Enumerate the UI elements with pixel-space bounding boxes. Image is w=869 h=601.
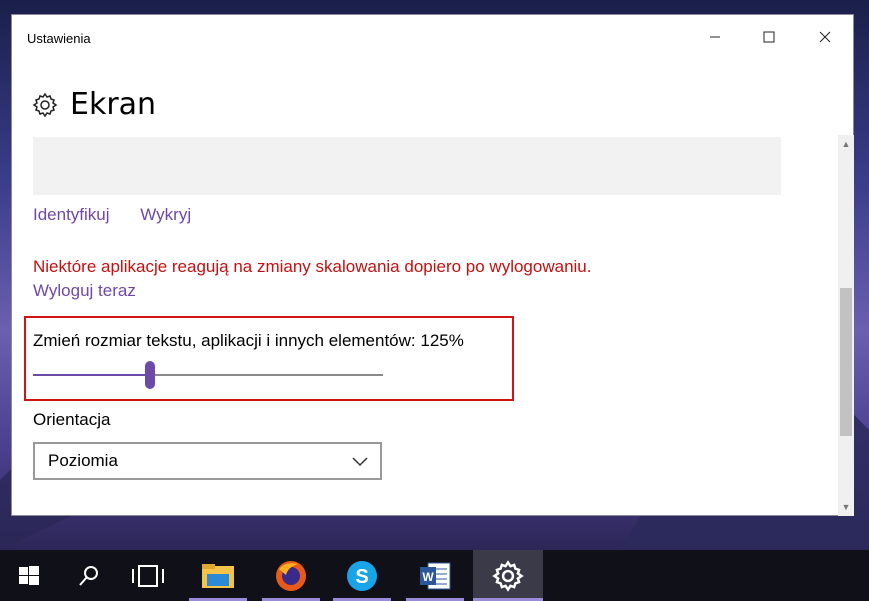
file-explorer-taskbar-button[interactable] [189,550,247,601]
detect-link[interactable]: Wykryj [140,205,191,224]
scroll-down-arrow-icon[interactable]: ▼ [838,500,854,514]
page-title: Ekran [70,87,157,122]
logout-now-link[interactable]: Wyloguj teraz [33,281,136,301]
orientation-dropdown[interactable]: Poziomia [33,442,382,480]
start-icon [19,565,39,585]
start-button[interactable] [0,550,58,601]
svg-text:S: S [355,566,368,588]
scale-slider-fill [33,374,150,376]
maximize-icon [763,31,775,43]
window-title: Ustawienia [27,31,91,46]
task-view-button[interactable] [119,550,177,601]
maximize-button[interactable] [746,15,792,59]
settings-taskbar-button[interactable] [473,550,543,601]
minimize-button[interactable] [692,15,738,59]
identify-link[interactable]: Identyfikuj [33,205,110,224]
settings-window: Ustawienia Ekran Identyfikuj Wykryj Niek… [11,14,854,516]
scale-slider[interactable] [33,361,383,389]
display-links: Identyfikuj Wykryj [33,205,217,225]
search-icon [79,565,98,586]
orientation-value: Poziomia [48,451,118,470]
firefox-icon [276,560,306,591]
settings-icon [492,559,524,592]
scrollbar-thumb[interactable] [840,288,852,436]
orientation-label: Orientacja [33,410,111,429]
scale-label: Zmień rozmiar tekstu, aplikacji i innych… [33,331,464,350]
svg-text:W: W [422,570,434,584]
taskbar: S W [0,550,869,601]
search-button[interactable] [60,550,118,601]
firefox-taskbar-button[interactable] [262,550,320,601]
page-header: Ekran [32,87,156,122]
vertical-scrollbar[interactable]: ▲ ▼ [838,135,854,516]
scroll-up-arrow-icon[interactable]: ▲ [838,137,854,151]
scale-slider-thumb[interactable] [144,361,155,389]
skype-icon: S [347,560,377,591]
word-taskbar-button[interactable]: W [406,550,464,601]
chevron-down-icon [352,457,368,467]
close-icon [819,31,831,43]
scale-highlight-box [24,316,514,401]
title-bar[interactable]: Ustawienia [12,15,853,59]
display-arrangement-area[interactable] [33,137,781,195]
scaling-warning: Niektóre aplikacje reagują na zmiany ska… [33,257,592,276]
file-explorer-icon [202,563,234,588]
minimize-icon [710,36,720,38]
task-view-icon [132,564,164,587]
gear-icon [32,92,58,117]
skype-taskbar-button[interactable]: S [333,550,391,601]
word-icon: W [420,562,451,589]
close-button[interactable] [802,15,848,59]
